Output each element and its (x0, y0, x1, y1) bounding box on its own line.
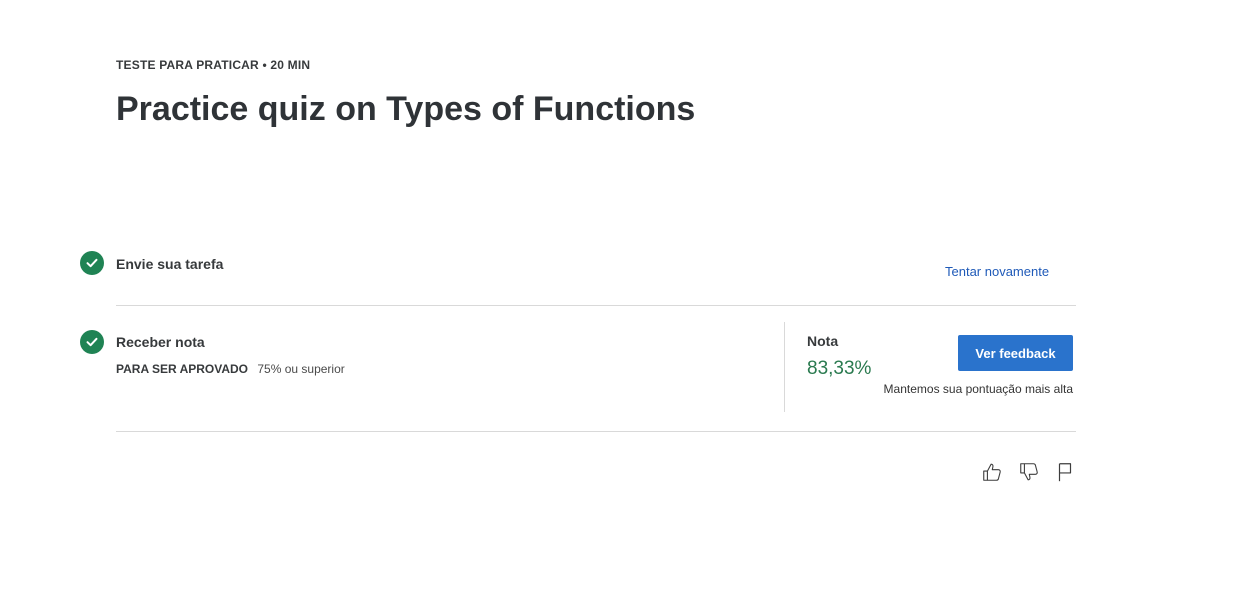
quiz-meta: TESTE PARA PRATICAR • 20 MIN (116, 58, 311, 72)
flag-icon[interactable] (1053, 460, 1077, 484)
step-submit-label: Envie sua tarefa (116, 256, 224, 272)
grade-value: 83,33% (807, 358, 872, 379)
step-grade-label: Receber nota (116, 334, 205, 350)
highest-score-note: Mantemos sua pontuação mais alta (883, 382, 1073, 396)
grade-label: Nota (807, 333, 839, 349)
vertical-divider (784, 322, 785, 412)
view-feedback-button[interactable]: Ver feedback (958, 335, 1073, 371)
dislike-icon[interactable] (1017, 460, 1041, 484)
passing-requirement-value: 75% ou superior (257, 362, 345, 376)
try-again-link[interactable]: Tentar novamente (945, 264, 1049, 279)
passing-requirement-key: PARA SER APROVADO (116, 362, 249, 376)
divider (116, 431, 1076, 432)
check-circle-icon (80, 251, 104, 275)
divider (116, 305, 1076, 306)
like-icon[interactable] (980, 460, 1004, 484)
passing-requirement: PARA SER APROVADO 75% ou superior (116, 362, 345, 376)
check-circle-icon (80, 330, 104, 354)
page-title: Practice quiz on Types of Functions (116, 90, 696, 128)
